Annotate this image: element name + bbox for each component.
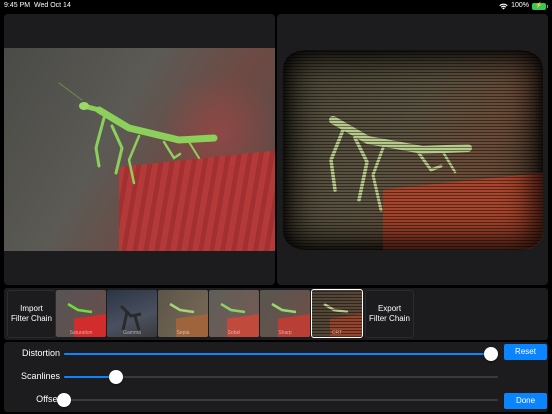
status-time: 9:45 PM (4, 2, 31, 9)
import-label-line1: Import (20, 304, 43, 313)
filter-label: Sharp (278, 330, 292, 336)
offset-slider-knob[interactable] (57, 393, 71, 407)
battery-percent: 100% (511, 2, 529, 9)
filter-strip: Import Filter Chain Saturation Gamma Sep… (4, 288, 548, 340)
import-label-line2: Filter Chain (11, 314, 52, 323)
filter-label: Sobel (227, 330, 241, 336)
export-filter-chain-button[interactable]: Export Filter Chain (365, 290, 414, 338)
offset-slider[interactable] (57, 393, 498, 407)
filter-thumb-gamma[interactable]: Gamma (107, 290, 157, 337)
filter-thumb-sepia[interactable]: Sepia (158, 290, 208, 337)
offset-label: Offset (36, 394, 60, 404)
original-photo (4, 48, 275, 251)
export-label-line2: Filter Chain (369, 314, 410, 323)
original-image-panel (4, 14, 275, 285)
battery-icon: ⚡ (532, 2, 548, 10)
export-label-line1: Export (377, 304, 402, 313)
wifi-icon (499, 3, 508, 9)
import-filter-chain-button[interactable]: Import Filter Chain (7, 290, 56, 338)
filtered-image-panel (277, 14, 548, 285)
filter-thumb-sharp[interactable]: Sharp (260, 290, 310, 337)
filter-thumb-saturation[interactable]: Saturation (56, 290, 106, 337)
filter-label: Saturation (69, 330, 93, 336)
filter-label: Gamma (123, 330, 141, 336)
reset-button[interactable]: Reset (504, 344, 547, 360)
distortion-slider[interactable] (64, 347, 498, 361)
filter-thumb-crt[interactable]: CRT (311, 289, 363, 338)
distortion-slider-fill (64, 353, 491, 355)
scanlines-slider-knob[interactable] (109, 370, 123, 384)
scanlines-label: Scanlines (20, 371, 60, 381)
done-button[interactable]: Done (504, 393, 547, 409)
scanlines-slider[interactable] (64, 370, 498, 384)
filter-controls: Distortion Reset Scanlines Offset Done (4, 342, 548, 412)
status-bar: 9:45 PM Wed Oct 14 100% ⚡ (0, 0, 552, 12)
filter-label: Sepia (176, 330, 190, 336)
filter-thumb-sobel[interactable]: Sobel (209, 290, 259, 337)
mantis-image (58, 82, 218, 185)
status-date: Wed Oct 14 (34, 2, 71, 9)
distortion-label: Distortion (21, 348, 60, 358)
filtered-photo (283, 50, 543, 250)
status-right: 100% ⚡ (499, 0, 548, 12)
distortion-slider-knob[interactable] (484, 347, 498, 361)
filter-label: CRT (331, 330, 343, 336)
